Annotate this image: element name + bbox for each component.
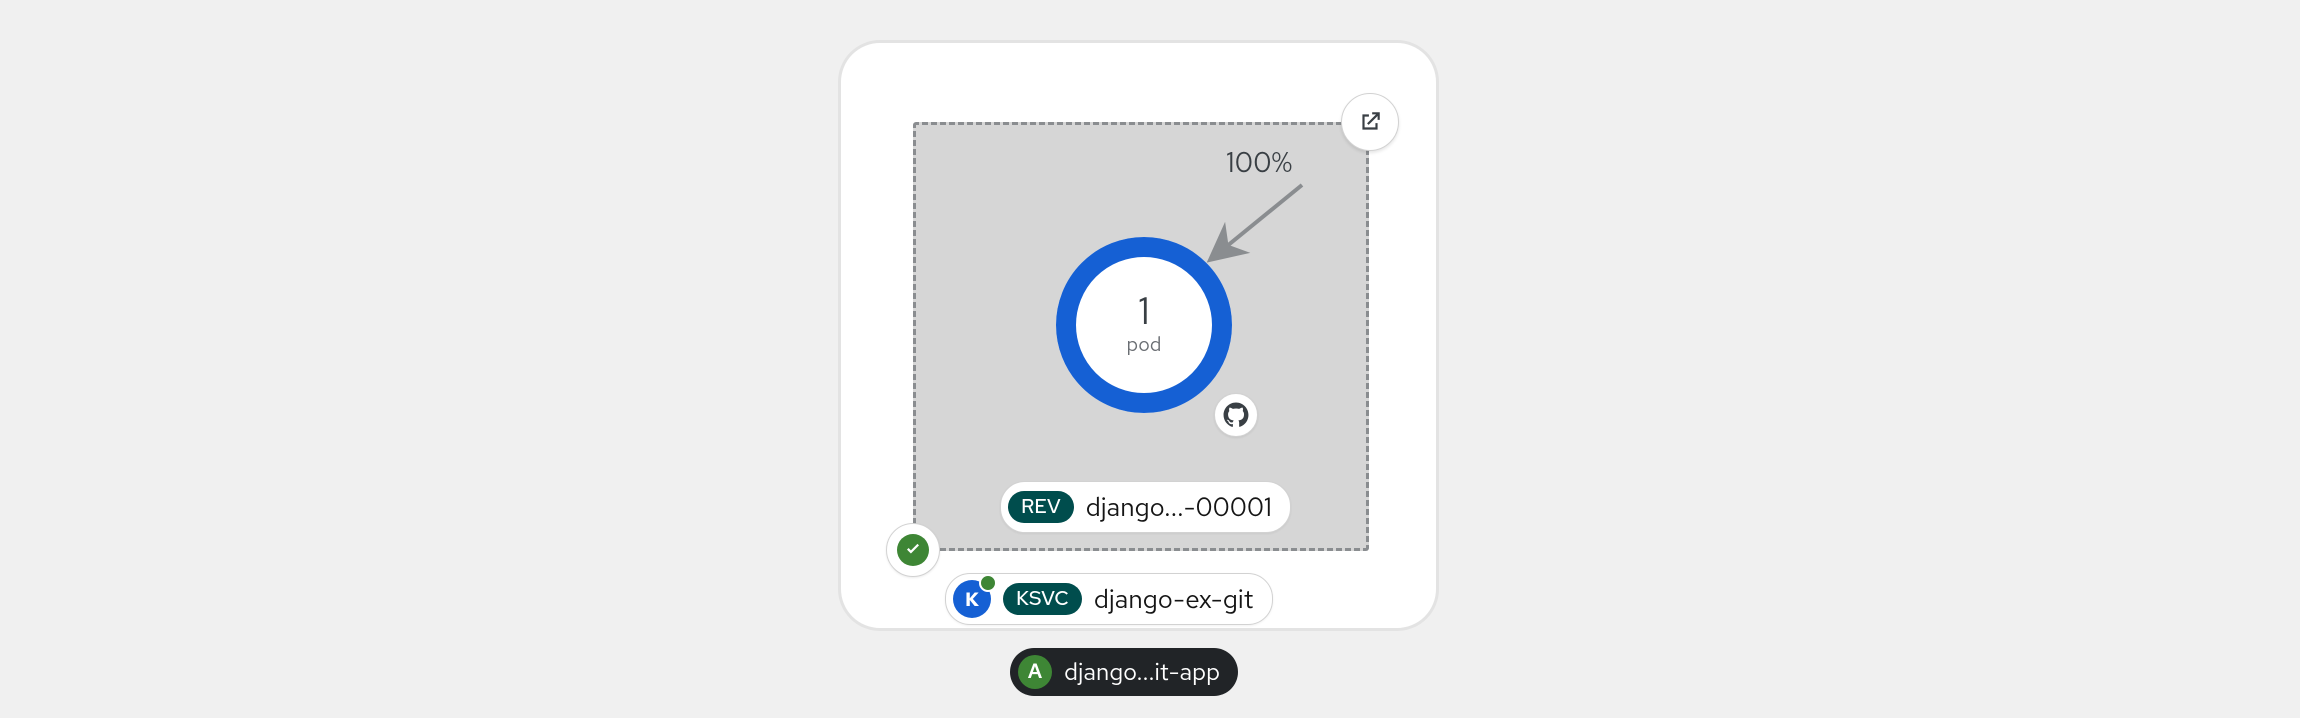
open-url-button[interactable] <box>1341 93 1399 151</box>
revision-label-pill[interactable]: REV django...-00001 <box>1000 481 1291 533</box>
github-icon <box>1223 402 1249 428</box>
git-source-badge[interactable] <box>1214 393 1258 437</box>
revision-name: django...-00001 <box>1086 490 1272 524</box>
revision-kind-badge: REV <box>1008 491 1074 523</box>
application-name: django...it-app <box>1064 657 1220 688</box>
pod-donut[interactable]: 1 pod <box>1044 225 1244 425</box>
ksvc-kind-badge: KSVC <box>1003 583 1082 615</box>
pod-donut-ring-icon <box>1044 225 1244 425</box>
traffic-percent-label: 100% <box>1226 143 1292 181</box>
ksvc-name: django-ex-git <box>1094 582 1254 616</box>
check-circle-icon <box>903 540 923 560</box>
application-badge-icon: A <box>1018 655 1052 689</box>
revision-group[interactable]: 100% 1 pod <box>913 122 1369 551</box>
knative-decorator-icon <box>979 574 997 592</box>
external-link-icon <box>1357 109 1383 135</box>
knative-service-icon: K <box>953 580 991 618</box>
knative-service-card[interactable]: 100% 1 pod <box>838 40 1439 631</box>
knative-letter: K <box>965 590 979 609</box>
service-status-badge <box>886 523 940 577</box>
application-label-pill[interactable]: A django...it-app <box>1010 648 1238 696</box>
knative-service-label-pill[interactable]: K KSVC django-ex-git <box>945 573 1273 625</box>
